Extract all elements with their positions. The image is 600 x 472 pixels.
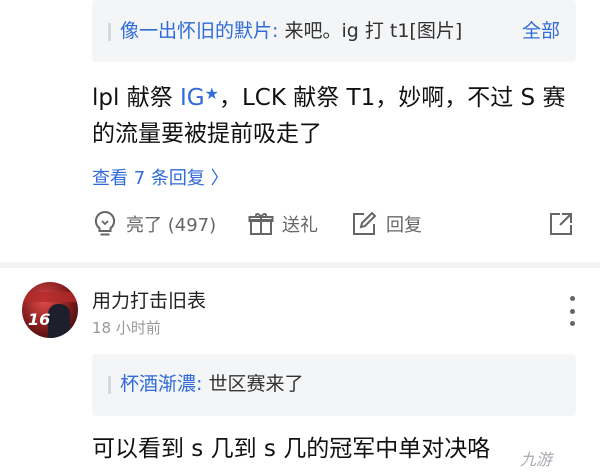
user-name[interactable]: 用力打击旧表: [92, 288, 206, 314]
comment-text-before: lpl 献祭: [92, 85, 181, 111]
lightbulb-icon: [92, 210, 118, 238]
quote-bar: [108, 23, 111, 41]
edit-icon: [350, 210, 378, 238]
reply-quote-line: 杯酒渐濃: 世区赛来了: [120, 370, 303, 398]
share-icon: [548, 211, 574, 237]
reply-quote-line: 像一出怀旧的默片: 来吧。ig 打 t1[图片]: [120, 17, 462, 45]
quote-author[interactable]: 像一出怀旧的默片: [120, 20, 272, 42]
reply-label: 回复: [386, 215, 422, 236]
team-tag-link[interactable]: IG: [180, 85, 205, 111]
like-button[interactable]: 亮了 (497): [92, 206, 216, 242]
reply-quote-box[interactable]: 像一出怀旧的默片: 来吧。ig 打 t1[图片] 全部: [92, 0, 576, 62]
quote-author[interactable]: 杯酒渐濃: [120, 373, 196, 395]
comment-time: 18 小时前: [92, 319, 161, 337]
quote-text: 来吧。ig 打 t1[图片]: [278, 20, 463, 42]
comment-action-bar: 亮了 (497) 送礼 回复: [92, 206, 576, 242]
comment-divider: [0, 262, 600, 268]
avatar[interactable]: 16: [22, 282, 78, 338]
reply-quote-box[interactable]: 杯酒渐濃: 世区赛来了: [92, 354, 576, 416]
share-button[interactable]: [548, 206, 574, 242]
quote-view-all-link[interactable]: 全部: [522, 17, 560, 45]
reply-button[interactable]: 回复: [350, 206, 422, 242]
view-replies-link[interactable]: 查看 7 条回复 〉: [92, 166, 229, 192]
like-count-label: 亮了 (497): [126, 215, 217, 236]
gift-label: 送礼: [282, 215, 318, 236]
comment-text: lpl 献祭 IG★，LCK 献祭 T1，妙啊，不过 S 赛的流量要被提前吸走了: [92, 80, 572, 152]
star-icon: ★: [204, 84, 219, 103]
comment-text: 可以看到 s 几到 s 几的冠军中单对决咯: [92, 436, 491, 462]
gift-icon: [248, 211, 274, 237]
avatar-number: 16: [28, 310, 51, 329]
quote-text: 世区赛来了: [202, 373, 304, 395]
watermark-logo: 九游: [520, 450, 553, 469]
quote-bar: [108, 376, 111, 394]
gift-button[interactable]: 送礼: [248, 206, 318, 242]
more-vertical-icon[interactable]: [562, 296, 582, 326]
